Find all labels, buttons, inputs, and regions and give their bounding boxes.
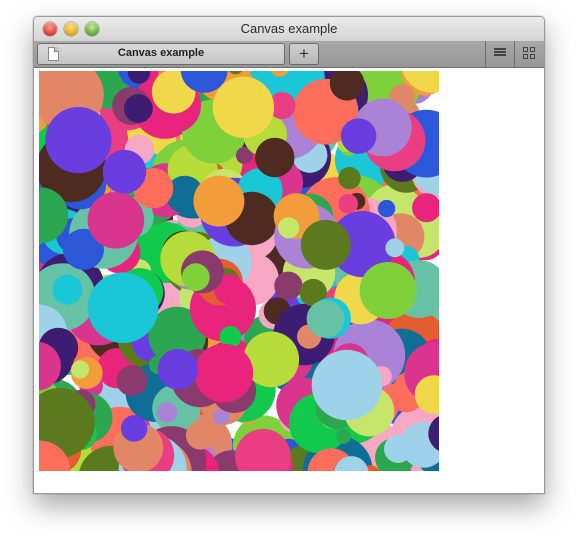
circle [116,365,148,397]
window-title: Canvas example [240,21,338,36]
circle [336,429,351,444]
document-icon [48,47,59,61]
browser-window: Canvas example Canvas example + [33,16,545,494]
circle [385,238,405,258]
circle [102,149,147,194]
circle [157,348,199,390]
canvas [39,71,439,471]
circle [278,217,300,239]
grid-icon [523,47,536,60]
circle [338,166,361,190]
circle [306,300,345,338]
circle [120,415,148,442]
circle [156,402,178,423]
circle [300,219,351,270]
circle [377,199,396,218]
circle [340,118,377,154]
reader-button[interactable] [486,41,515,67]
circle [52,274,83,305]
page-content [34,68,544,493]
circle [359,262,417,319]
circle [384,434,413,463]
circles-drawing [39,71,439,471]
tab-bar: Canvas example + [34,41,544,68]
toolbar-right-buttons [485,41,544,67]
title-bar[interactable]: Canvas example [34,17,544,41]
circle [185,420,215,450]
new-tab-button[interactable]: + [289,43,319,65]
circle [255,137,295,178]
reader-icon [494,48,506,57]
circle [274,271,303,300]
circle [71,360,90,379]
circle [338,194,359,214]
circle [124,94,153,123]
circle [311,349,383,421]
circle [212,76,275,138]
circle [193,175,245,227]
circle [87,272,159,343]
tab-label: Canvas example [117,47,205,59]
circle [194,343,254,403]
circle [45,107,112,174]
circle [181,263,210,292]
circle [87,191,145,249]
tab-canvas-example[interactable]: Canvas example [37,43,285,65]
top-sites-button[interactable] [515,41,543,67]
